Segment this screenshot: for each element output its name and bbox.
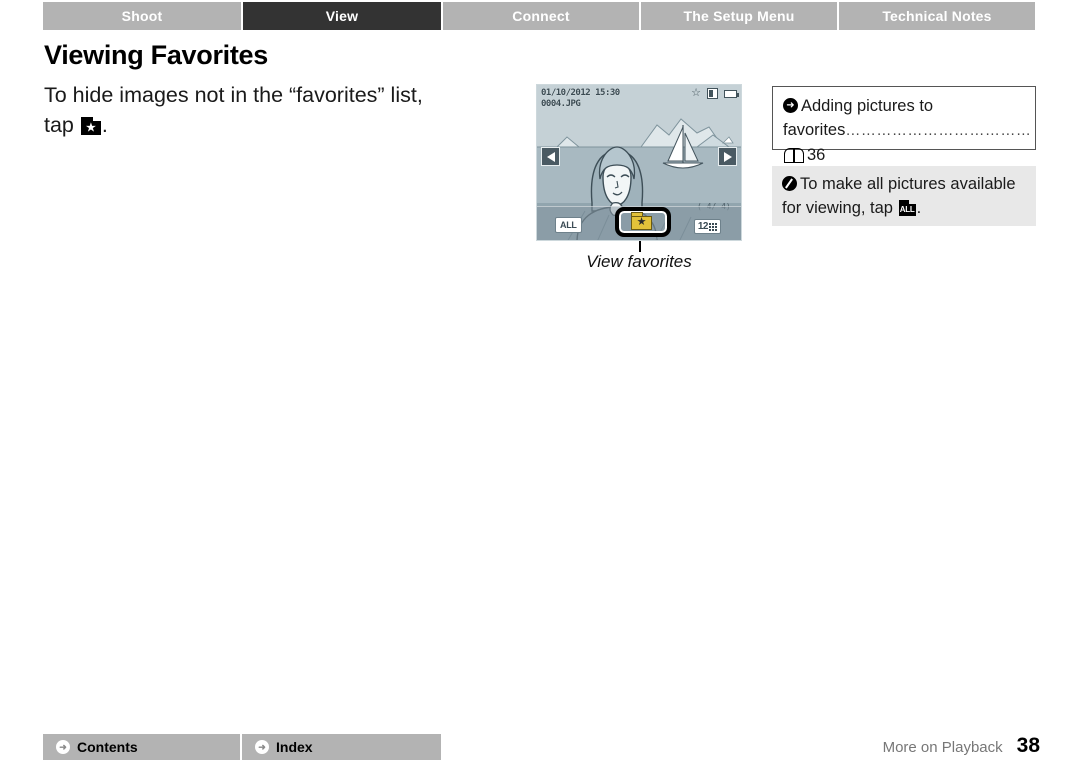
star-outline-icon: ☆ (691, 87, 701, 99)
right-arrow-circle-icon (255, 740, 269, 754)
tab-technical-notes-label: Technical Notes (882, 8, 992, 24)
lcd-datetime: 01/10/2012 15:30 (541, 88, 620, 98)
tab-shoot-label: Shoot (121, 8, 163, 24)
right-arrow-icon (723, 151, 732, 162)
cross-reference-line-1: Adding pictures to (801, 97, 934, 115)
illustration-caption: View favorites (586, 252, 692, 271)
star-icon: ★ (636, 216, 647, 228)
note-box: To make all pictures available for viewi… (772, 166, 1036, 226)
favorites-folder-icon-glyph: ★ (85, 122, 96, 134)
footer-contents-label: Contents (77, 739, 138, 755)
tab-the-setup-menu-label: The Setup Menu (683, 8, 795, 24)
pencil-note-icon (782, 176, 797, 191)
view-favorites-button[interactable]: ★ (631, 212, 652, 230)
cross-reference-page: 36 (807, 146, 826, 164)
tab-shoot[interactable]: Shoot (43, 2, 243, 30)
body-line-1: To hide images not in the “favorites” li… (44, 83, 423, 107)
print-mark-icon (707, 88, 718, 99)
note-line-2-suffix: . (916, 199, 922, 217)
footer-index-label: Index (276, 739, 313, 755)
footer-section-info: More on Playback 38 (883, 734, 1040, 758)
footer-page-number: 38 (1016, 734, 1040, 757)
note-line-1: To make all pictures available (800, 175, 1016, 193)
tab-connect-label: Connect (512, 8, 570, 24)
thumbnail-count-label: 12 (697, 221, 709, 232)
page-title: Viewing Favorites (44, 40, 268, 70)
body-text: To hide images not in the “favorites” li… (44, 80, 514, 140)
show-all-pictures-label: ALL (560, 220, 577, 230)
favorites-folder-icon: ★ (80, 117, 101, 135)
tab-view[interactable]: View (243, 2, 443, 30)
all-pictures-folder-icon: ALL (898, 200, 916, 216)
right-arrow-circle-icon (56, 740, 70, 754)
footer-navigation: Contents Index (43, 734, 441, 760)
right-arrow-circle-icon (783, 98, 798, 113)
footer-section-label: More on Playback (882, 739, 1003, 756)
lcd-osd-datetime-block: 01/10/2012 15:30 0004.JPG (541, 88, 620, 110)
lcd-toolbar: ALL ★ 12 (537, 206, 741, 240)
cross-reference-line-2: favorites (783, 121, 846, 139)
tab-connect[interactable]: Connect (443, 2, 641, 30)
tab-the-setup-menu[interactable]: The Setup Menu (641, 2, 839, 30)
footer-index-button[interactable]: Index (242, 734, 441, 760)
all-pictures-folder-icon-label: ALL (899, 205, 915, 214)
previous-image-button[interactable] (541, 147, 560, 166)
thumbnail-grid-icon (709, 222, 717, 231)
note-line-2-prefix: for viewing, tap (782, 199, 893, 217)
tab-view-label: View (325, 8, 359, 24)
chapter-tab-bar: Shoot View Connect The Setup Menu Techni… (43, 2, 1037, 30)
manual-page: Shoot View Connect The Setup Menu Techni… (0, 0, 1080, 766)
lcd-status-icons: ☆ (691, 87, 739, 99)
cross-reference-box: Adding pictures to favorites………………………………… (772, 86, 1036, 164)
book-icon (784, 148, 804, 163)
leader-dots: ……………………………… (845, 122, 1032, 139)
left-arrow-icon (546, 151, 555, 162)
lcd-filename: 0004.JPG (541, 99, 581, 109)
next-image-button[interactable] (718, 147, 737, 166)
footer-contents-button[interactable]: Contents (43, 734, 242, 760)
thumbnail-view-button[interactable]: 12 (693, 219, 721, 234)
tab-technical-notes[interactable]: Technical Notes (839, 2, 1035, 30)
callout-leader-line (639, 241, 641, 252)
battery-icon (724, 89, 739, 98)
camera-screen-illustration: ( 4/ 4) 01/10/2012 15:30 0004.JPG ☆ ALL … (536, 84, 742, 271)
body-line-2-prefix: tap (44, 113, 74, 137)
camera-lcd: ( 4/ 4) 01/10/2012 15:30 0004.JPG ☆ ALL … (536, 84, 742, 241)
show-all-pictures-button[interactable]: ALL (555, 217, 582, 233)
body-line-2-suffix: . (101, 113, 108, 137)
